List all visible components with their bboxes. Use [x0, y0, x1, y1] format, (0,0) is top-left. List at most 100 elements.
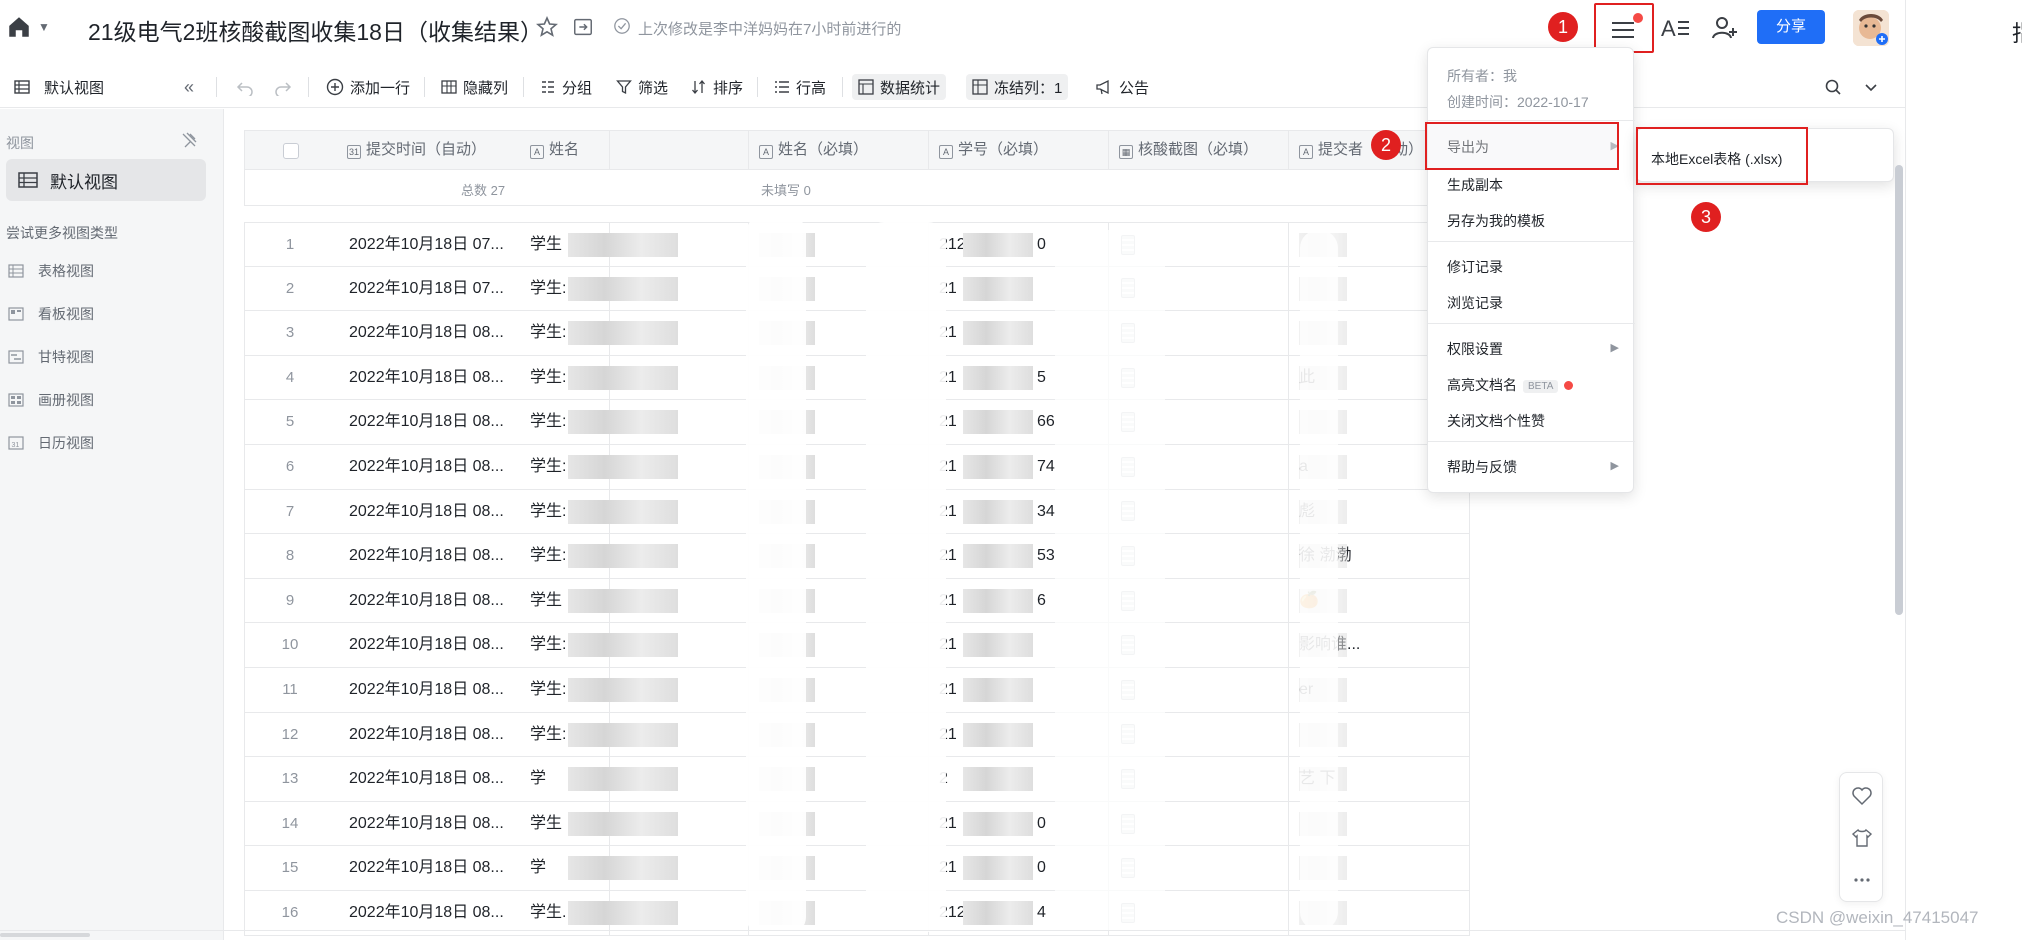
total-count[interactable]: 总数 27: [461, 180, 505, 199]
horizontal-scrollbar[interactable]: [0, 933, 90, 937]
menu-item-revisions[interactable]: 修订记录: [1447, 257, 1503, 277]
table-row[interactable]: 2 2022年10月18日 07... 学生: 21: [244, 266, 1470, 312]
star-icon[interactable]: [535, 15, 559, 39]
row-number[interactable]: 11: [245, 668, 335, 712]
pin-off-icon[interactable]: [180, 131, 198, 149]
cell-name[interactable]: 学生:: [520, 712, 749, 757]
table-row[interactable]: 42022年10月18日 08...学生:215此: [244, 355, 1470, 401]
table-row[interactable]: 62022年10月18日 08...学生:2174a: [244, 445, 1470, 490]
sort-button[interactable]: 排序: [691, 74, 743, 100]
table-row[interactable]: 3 2022年10月18日 08... 学生: 21: [244, 311, 1470, 356]
freeze-columns-button[interactable]: 冻结列：1: [966, 74, 1069, 100]
cell-name[interactable]: 学生:: [520, 534, 749, 579]
table-row[interactable]: 132022年10月18日 08...学2 艺 下: [244, 757, 1470, 802]
sidebar-item-grid-view[interactable]: 表格视图: [8, 259, 94, 283]
home-dropdown-icon[interactable]: ▼: [38, 20, 50, 34]
shirt-icon[interactable]: [1851, 827, 1873, 849]
move-to-folder-icon[interactable]: [572, 16, 594, 38]
cell-name[interactable]: 学生:: [520, 445, 749, 489]
table-row[interactable]: 112022年10月18日 08...学生:21er: [244, 668, 1470, 713]
cell-name[interactable]: 学生:: [520, 266, 749, 311]
unfilled-count[interactable]: 未填写 0: [761, 180, 811, 199]
row-number[interactable]: 6: [245, 445, 335, 489]
table-row[interactable]: 15 2022年10月18日 08... 学 21 0: [244, 846, 1470, 891]
column-header-name[interactable]: A 姓名: [520, 131, 749, 169]
table-row[interactable]: 102022年10月18日 08...学生: 李21 影响谁...: [244, 623, 1470, 668]
cell-name[interactable]: 学生:: [520, 311, 749, 356]
cell-name[interactable]: 学生: 李: [520, 623, 749, 668]
table-row[interactable]: 14 2022年10月18日 08... 学生 21 0: [244, 801, 1470, 847]
cell-name[interactable]: 学生:: [520, 400, 749, 445]
export-excel-option[interactable]: 本地Excel表格 (.xlsx): [1651, 149, 1782, 169]
table-row[interactable]: 82022年10月18日 08...学生:2153徐 渤渤: [244, 534, 1470, 579]
select-all-checkbox[interactable]: [283, 143, 299, 159]
notice-button[interactable]: 公告: [1095, 74, 1149, 100]
vertical-scrollbar[interactable]: [1895, 165, 1903, 615]
table-row[interactable]: 1 2022年10月18日 07... 学生 2120 0: [244, 222, 1470, 267]
row-number[interactable]: 14: [245, 802, 335, 846]
table-row[interactable]: 12 2022年10月18日 08... 学生: 21: [244, 712, 1470, 758]
filter-button[interactable]: 筛选: [616, 74, 668, 100]
sidebar-item-default-view[interactable]: 默认视图: [6, 159, 206, 201]
table-row[interactable]: 92022年10月18日 08...学生216🍊: [244, 578, 1470, 624]
cell-name[interactable]: 学生.: [520, 891, 749, 935]
column-header-student-id[interactable]: A 学号（必填）: [929, 131, 1109, 169]
column-header-screenshot[interactable]: ▦ 核酸截图（必填）: [1109, 131, 1289, 169]
row-number[interactable]: 8: [245, 534, 335, 578]
data-stats-button[interactable]: 数据统计: [852, 74, 947, 100]
cell-name[interactable]: 学生: [520, 801, 749, 846]
row-number[interactable]: 1: [245, 223, 335, 267]
hide-columns-button[interactable]: 隐藏列: [441, 74, 508, 100]
heart-icon[interactable]: [1851, 785, 1873, 807]
menu-item-copy[interactable]: 生成副本: [1447, 175, 1503, 195]
menu-item-permissions[interactable]: 权限设置: [1447, 339, 1503, 359]
row-number[interactable]: 13: [245, 757, 335, 801]
column-header-name-required[interactable]: A 姓名（必填）: [749, 131, 929, 169]
cell-name[interactable]: 学: [520, 757, 749, 802]
cell-name[interactable]: 学: [520, 846, 749, 891]
group-button[interactable]: 分组: [540, 74, 592, 100]
home-icon[interactable]: [6, 14, 32, 40]
row-number[interactable]: 3: [245, 311, 335, 355]
menu-item-highlight-name[interactable]: 高亮文档名 BETA: [1447, 375, 1574, 395]
search-button[interactable]: [1824, 74, 1848, 100]
font-settings-icon[interactable]: A: [1660, 14, 1690, 42]
row-number[interactable]: 12: [245, 713, 335, 757]
more-dots-icon[interactable]: [1851, 869, 1873, 891]
add-collaborator-icon[interactable]: [1711, 14, 1739, 42]
document-title[interactable]: 21级电气2班核酸截图收集18日（收集结果）: [88, 13, 543, 47]
menu-item-browse-history[interactable]: 浏览记录: [1447, 293, 1503, 313]
cell-name[interactable]: 学生:: [520, 489, 749, 534]
sidebar-item-calendar-view[interactable]: 31 日历视图: [8, 431, 94, 455]
table-row[interactable]: 72022年10月18日 08...学生:2134彪: [244, 489, 1470, 535]
sidebar-item-gallery-view[interactable]: 画册视图: [8, 388, 94, 412]
menu-item-disable-likes[interactable]: 关闭文档个性赞: [1447, 411, 1545, 431]
sidebar-item-kanban-view[interactable]: 看板视图: [8, 302, 94, 326]
row-number[interactable]: 15: [245, 846, 335, 890]
current-view-selector[interactable]: 默认视图: [14, 74, 104, 100]
expand-toolbar-button[interactable]: [1863, 74, 1885, 100]
collapse-sidebar-button[interactable]: «: [184, 74, 194, 100]
share-button[interactable]: 分享: [1757, 10, 1825, 44]
menu-item-save-template[interactable]: 另存为我的模板: [1447, 211, 1545, 231]
more-menu-button[interactable]: [1594, 3, 1654, 53]
row-height-button[interactable]: 行高: [774, 74, 826, 100]
table-row[interactable]: 5 2022年10月18日 08... 学生: 21 66: [244, 400, 1470, 445]
row-number[interactable]: 16: [245, 891, 335, 935]
cell-name[interactable]: 学生:: [520, 668, 749, 712]
undo-button[interactable]: [236, 74, 260, 100]
table-row[interactable]: 16 2022年10月18日 08... 学生. 21208 4: [244, 891, 1470, 936]
cell-name[interactable]: 学生: [520, 578, 749, 623]
row-number[interactable]: 4: [245, 356, 335, 400]
row-number[interactable]: 9: [245, 579, 335, 623]
menu-item-help[interactable]: 帮助与反馈: [1447, 457, 1517, 477]
row-number[interactable]: 7: [245, 490, 335, 534]
user-avatar[interactable]: [1853, 10, 1889, 46]
cell-name[interactable]: 学生: [520, 223, 749, 267]
row-number[interactable]: 2: [245, 267, 335, 311]
cell-name[interactable]: 学生:: [520, 355, 749, 400]
redo-button[interactable]: [274, 74, 298, 100]
row-number[interactable]: 5: [245, 400, 335, 444]
row-number[interactable]: 10: [245, 623, 335, 667]
sidebar-item-gantt-view[interactable]: 甘特视图: [8, 345, 94, 369]
